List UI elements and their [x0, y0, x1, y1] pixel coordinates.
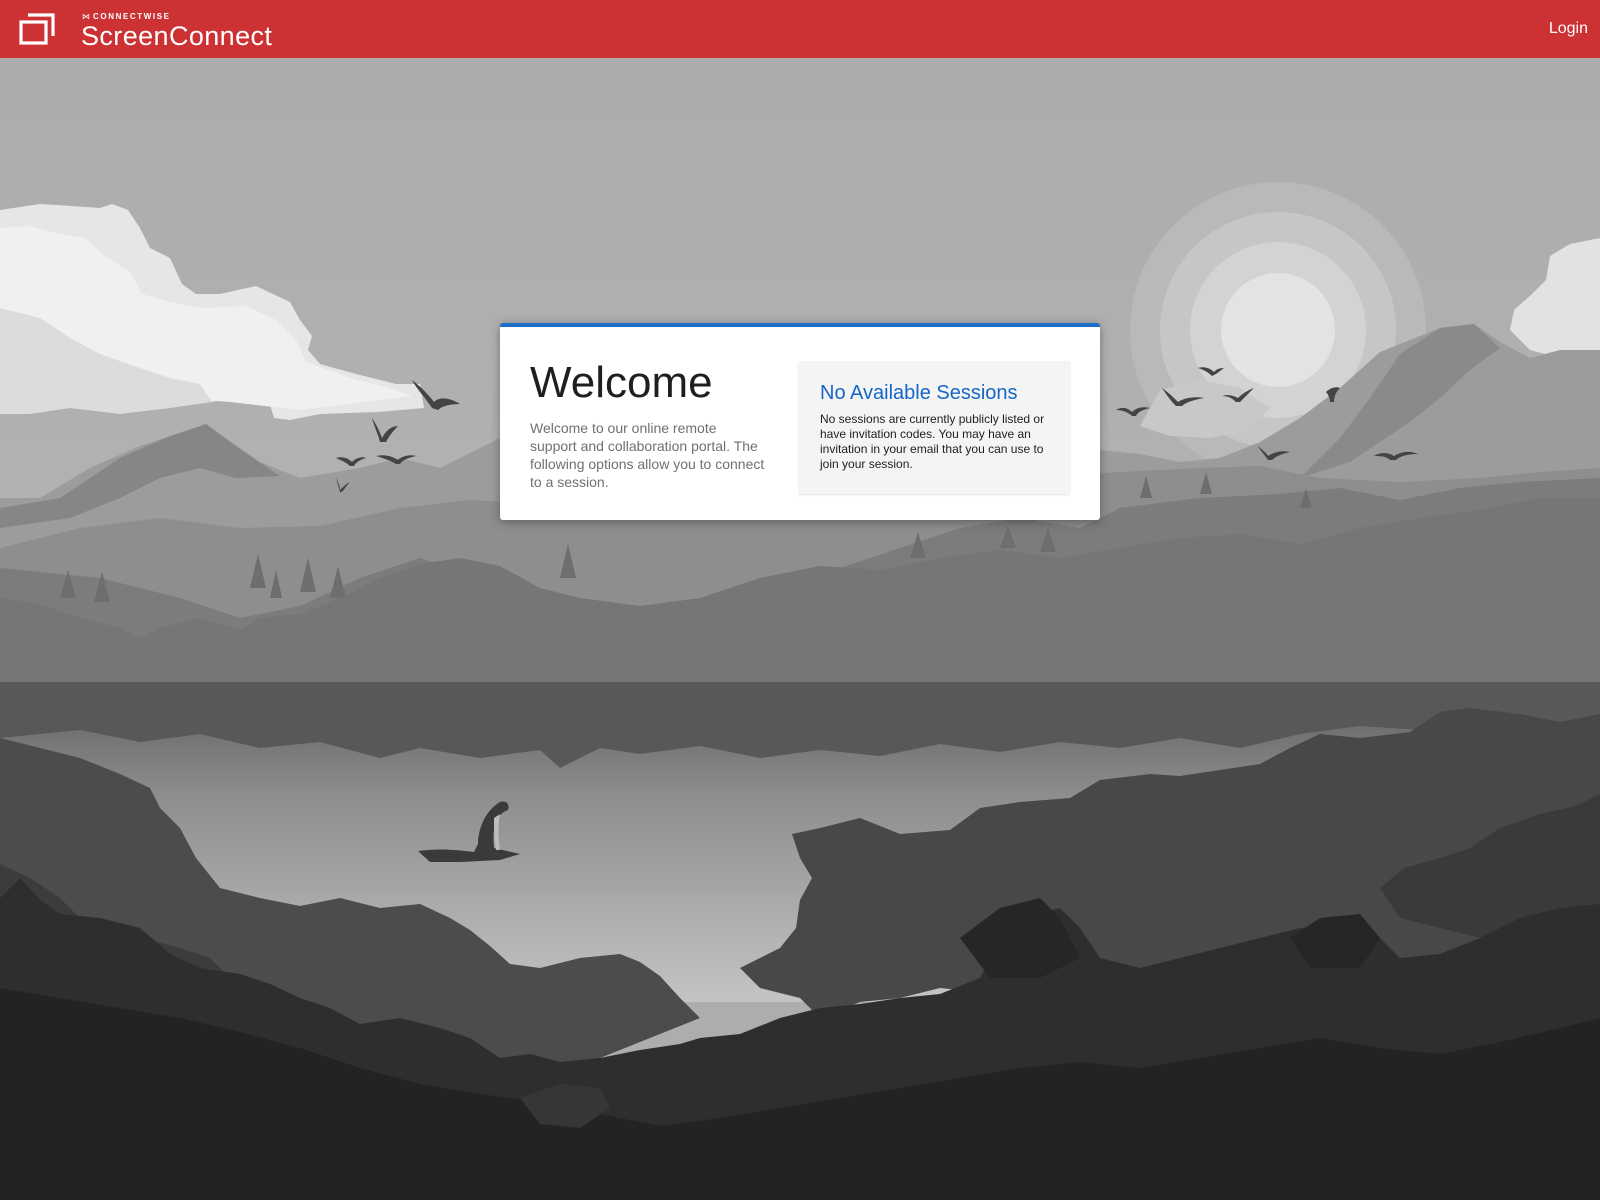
page: ⋈ CONNECTWISE ScreenConnect Login Welcom…: [0, 0, 1600, 1200]
login-link[interactable]: Login: [1549, 19, 1588, 39]
page-title: Welcome: [530, 358, 713, 407]
screenconnect-logo-icon[interactable]: [19, 13, 55, 45]
welcome-card: Welcome Welcome to our online remote sup…: [500, 323, 1100, 520]
sessions-panel: No Available Sessions No sessions are cu…: [799, 361, 1070, 494]
brand-name[interactable]: ScreenConnect: [81, 20, 272, 52]
top-bar: ⋈ CONNECTWISE ScreenConnect Login: [0, 0, 1600, 58]
sessions-title: No Available Sessions: [820, 382, 1018, 404]
sessions-description: No sessions are currently publicly liste…: [820, 412, 1045, 471]
welcome-description: Welcome to our online remote support and…: [530, 420, 765, 490]
landscape-background: [0, 58, 1600, 1200]
